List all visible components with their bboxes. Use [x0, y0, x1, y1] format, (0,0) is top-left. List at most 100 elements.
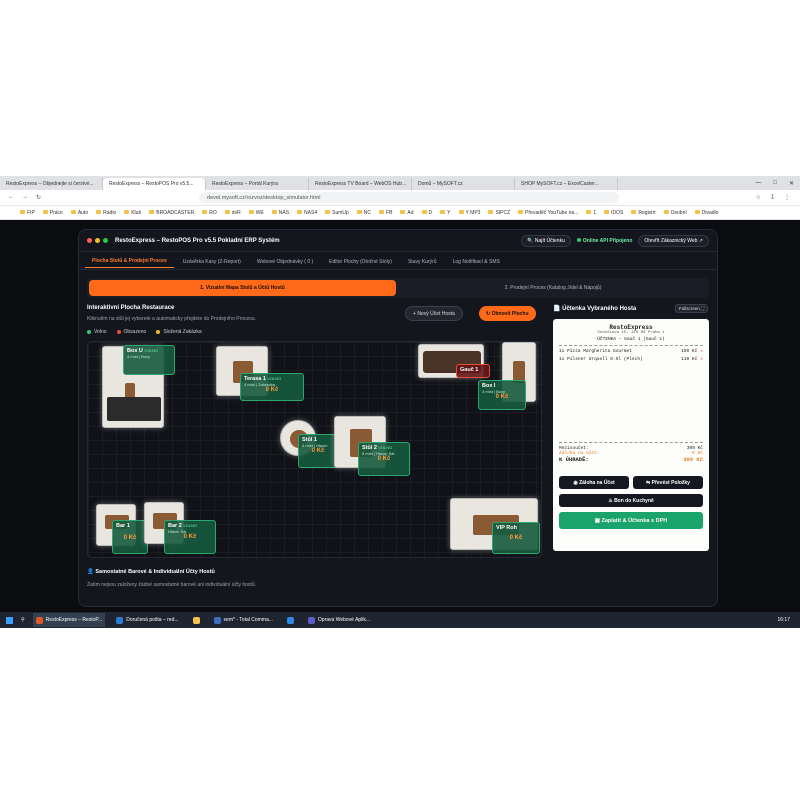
bookmark[interactable]: FIP	[20, 210, 35, 216]
receipt-header: 📄 Účtenka Vybraného Hosta	[553, 305, 636, 312]
mail-icon	[116, 616, 124, 624]
tab-web-orders[interactable]: Webové Objednávky ( 0 )	[250, 256, 320, 268]
address-bar: ← → ↻ devel.mysoft.cz/rozvoz/desktop_sim…	[0, 190, 800, 206]
taskbar-item[interactable]: Oprava Webové Aplik...	[305, 613, 373, 627]
taskbar-item[interactable]	[284, 613, 297, 627]
bookmark[interactable]: NAS4	[297, 210, 317, 216]
taskbar-item[interactable]	[190, 613, 203, 627]
download-icon[interactable]: ↧	[770, 194, 775, 201]
bookmark[interactable]: Osobní	[664, 210, 687, 216]
receipt-divider	[559, 345, 703, 346]
bookmark[interactable]: WE	[249, 210, 264, 216]
remove-item-icon[interactable]: ✕	[700, 349, 703, 354]
bookmark[interactable]: SIPCZ	[488, 210, 510, 216]
browser-tab[interactable]: Domů – MySOFT.cz	[412, 178, 515, 190]
taskbar-item[interactable]: RestoExpress – RestoP...	[32, 613, 106, 627]
table-card-gauc-1[interactable]: Gauč 1	[456, 364, 490, 378]
table-card-vip-roh[interactable]: VIP Roh 0 Kč	[492, 522, 540, 554]
minimize-icon[interactable]: —	[755, 180, 761, 187]
refresh-floor-button[interactable]: ↻ Obnovit Plochu	[479, 306, 536, 321]
bookmark[interactable]: Y MP3	[459, 210, 481, 216]
kitchen-ticket-button[interactable]: ♨ Bon do Kuchyně	[559, 494, 703, 507]
receipt-shop-name: RestoExpress	[609, 324, 653, 331]
open-web-button[interactable]: Otevřít Zákaznický Web ↗	[638, 234, 709, 247]
tab-couriers[interactable]: Stavy Kurýrů	[401, 256, 444, 268]
browser-tab[interactable]: RestoExpress – Portál Kurýra	[206, 178, 309, 190]
transfer-items-button[interactable]: ⇆ Převést Položky	[633, 476, 703, 489]
tab-floor-plan[interactable]: Plocha Stolů & Prodejní Proces	[85, 255, 174, 268]
subtab-visual-map[interactable]: 1. Vizuální Mapa Stolů a Účtů Hostů	[89, 280, 396, 296]
taskbar-item[interactable]: xem* - Total Comma...	[211, 613, 276, 627]
bookmark[interactable]: NC	[357, 210, 371, 216]
table-card-bar-1[interactable]: Bar 1 0 Kč	[112, 520, 148, 554]
table-card-stul-1[interactable]: Stůl 1 4 míst | Hlavní 0 Kč	[298, 434, 338, 468]
app-title: RestoExpress – RestoPOS Pro v5.5 Pokladn…	[115, 237, 280, 244]
table-name: Gauč 1	[460, 367, 479, 373]
bookmark[interactable]: RO	[202, 210, 217, 216]
pay-button[interactable]: ▦ Zaplatit & Účtenka s DPH	[559, 512, 703, 529]
green-dot-icon	[103, 238, 108, 243]
bookmark[interactable]: dvR	[225, 210, 241, 216]
browser-tab-active[interactable]: RestoExpress – RestoPOS Pro v5.5...	[103, 178, 206, 190]
forward-icon[interactable]: →	[22, 194, 28, 201]
tab-floor-editor[interactable]: Editor Plochy (Otočné Stoly)	[322, 256, 399, 268]
search-icon[interactable]: ⚲	[21, 617, 25, 623]
bookmark[interactable]: NAS	[272, 210, 289, 216]
bookmark[interactable]: Převaděč YouTube na...	[518, 210, 578, 216]
url-input[interactable]: devel.mysoft.cz/rozvoz/desktop_simulator…	[199, 192, 620, 203]
windows-start-icon[interactable]	[6, 616, 13, 624]
bookmark[interactable]: Y	[440, 210, 450, 216]
subtab-sales-process[interactable]: 2. Prodejní Proces (Katalog Jídel & Nápo…	[399, 280, 707, 296]
bookmark[interactable]: Divadlo	[695, 210, 719, 216]
tab-z-report[interactable]: Uzávěrka Kasy (Z-Report)	[176, 256, 248, 268]
total-label: K ÚHRADĚ:	[559, 456, 589, 463]
bookmark[interactable]: IDOS	[604, 210, 623, 216]
refresh-label: Obnovit Plochu	[491, 310, 529, 317]
receipt-item-price: 199 Kč	[681, 349, 698, 354]
accounts-empty-text: Zatím nejsou založeny žádné samostatné b…	[87, 582, 256, 588]
maximize-icon[interactable]: □	[773, 180, 777, 187]
pos-app-window: RestoExpress – RestoPOS Pro v5.5 Pokladn…	[78, 229, 718, 607]
menu-icon[interactable]: ⋮	[784, 194, 790, 201]
yellow-dot-icon	[95, 238, 100, 243]
close-icon[interactable]: ✕	[789, 180, 794, 187]
vscode-icon	[286, 616, 294, 624]
table-card-box-i[interactable]: Box I 4 míst | Boxy 0 Kč	[478, 380, 526, 410]
reload-icon[interactable]: ↻	[36, 194, 41, 201]
bookmark[interactable]: Registrt	[631, 210, 655, 216]
table-card-terasa-1[interactable]: Terasa 1 VOLNO 4 míst | Zahrádka 0 Kč	[240, 373, 304, 401]
accounts-section-title: 👤 Samostatné Barové & Individuální Účty …	[87, 569, 215, 575]
browser-tab[interactable]: RestoExpress – Objednejte si čerstvé...	[0, 178, 103, 190]
deposit-button[interactable]: ◉ Záloha na Účet	[559, 476, 629, 489]
tab-notifications[interactable]: Log Notifikací & SMS	[446, 256, 507, 268]
bookmark[interactable]: Auto	[71, 210, 88, 216]
taskbar-item-label: Oprava Webové Aplik...	[317, 617, 371, 623]
browser-tab[interactable]: SHOP MySOFT.cz – ExcelCaster...	[515, 178, 618, 190]
find-receipt-label: Najít Účtenku	[534, 237, 565, 244]
bookmark[interactable]: Ad	[400, 210, 413, 216]
bookmark[interactable]: FB	[379, 210, 392, 216]
new-account-button[interactable]: + Nový Účet Hosta	[405, 306, 463, 321]
browser-tab[interactable]: RestoExpress TV Board – WebOS Hub...	[309, 178, 412, 190]
bookmark[interactable]: BROADCASTER	[149, 210, 194, 216]
bookmark[interactable]: Klub	[124, 210, 141, 216]
fullscreen-button[interactable]: Fullscreen ⛶	[675, 304, 709, 313]
table-card-bar-2[interactable]: Bar 2 VOLNO Hlavní Sál 0 Kč	[164, 520, 216, 554]
bookmark[interactable]: SumUp	[325, 210, 349, 216]
commander-icon	[213, 616, 221, 624]
taskbar-item-label: RestoExpress – RestoP...	[45, 617, 103, 623]
taskbar-item[interactable]: Doručená pošta – red...	[113, 613, 181, 627]
table-card-stul-2[interactable]: Stůl 2 VOLNO 6 míst | Hlavní Sál 0 Kč	[358, 442, 410, 476]
receipt-item-name: 1x Pizza Margherita Gourmet	[559, 349, 632, 354]
bookmark[interactable]: D	[422, 210, 433, 216]
bookmark[interactable]: Rádio	[96, 210, 116, 216]
table-card-box-u[interactable]: Box U VOLNO 4 míst | Boxy	[123, 345, 175, 375]
find-receipt-button[interactable]: 🔍 Najít Účtenku	[521, 234, 571, 247]
star-icon[interactable]: ☆	[756, 194, 761, 201]
table-name: Bar 1	[116, 523, 130, 529]
bookmark[interactable]: 1	[586, 210, 596, 216]
back-icon[interactable]: ←	[8, 194, 14, 201]
bookmark[interactable]: Práce	[43, 210, 63, 216]
table-status: VOLNO	[378, 445, 393, 450]
remove-item-icon[interactable]: ✕	[700, 357, 703, 362]
